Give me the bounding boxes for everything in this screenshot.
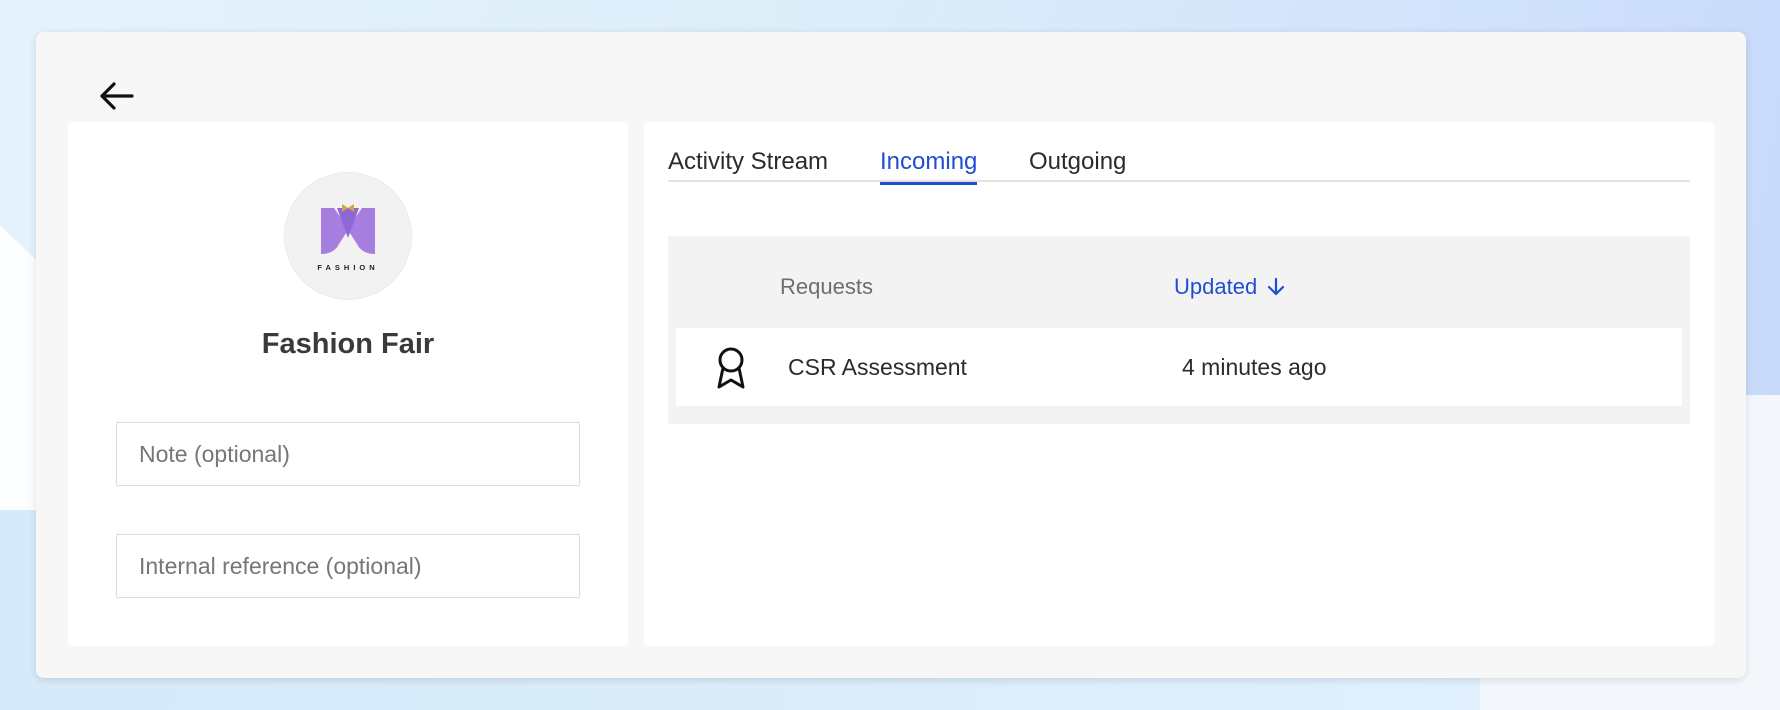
arrow-left-icon xyxy=(100,82,134,110)
award-ribbon-icon xyxy=(717,347,745,389)
request-name: CSR Assessment xyxy=(788,354,967,380)
requests-table: Requests Updated CSR Assessment 4 minute… xyxy=(668,236,1690,424)
column-header-updated[interactable]: Updated xyxy=(1174,274,1285,300)
internal-reference-input[interactable] xyxy=(116,534,580,598)
back-button[interactable] xyxy=(88,68,144,124)
profile-card: FASHION Fashion Fair xyxy=(68,122,628,646)
arrow-down-icon xyxy=(1268,277,1285,296)
tab-outgoing[interactable]: Outgoing xyxy=(1029,148,1126,182)
main-panel: FASHION Fashion Fair Activity Stream Inc… xyxy=(36,32,1746,678)
tab-bar: Activity Stream Incoming Outgoing xyxy=(668,144,1690,185)
note-input[interactable] xyxy=(116,422,580,486)
column-header-updated-label: Updated xyxy=(1174,274,1258,299)
table-row[interactable]: CSR Assessment 4 minutes ago xyxy=(676,328,1682,406)
fashion-logo-icon: FASHION xyxy=(317,204,378,272)
requests-card: Activity Stream Incoming Outgoing Reques… xyxy=(644,122,1714,646)
request-updated: 4 minutes ago xyxy=(1182,354,1327,380)
svg-text:FASHION: FASHION xyxy=(317,263,378,272)
column-header-requests: Requests xyxy=(780,274,873,299)
company-name: Fashion Fair xyxy=(261,328,435,360)
company-logo: FASHION xyxy=(284,172,412,300)
tab-incoming[interactable]: Incoming xyxy=(880,148,978,185)
tab-activity-stream[interactable]: Activity Stream xyxy=(668,148,828,182)
